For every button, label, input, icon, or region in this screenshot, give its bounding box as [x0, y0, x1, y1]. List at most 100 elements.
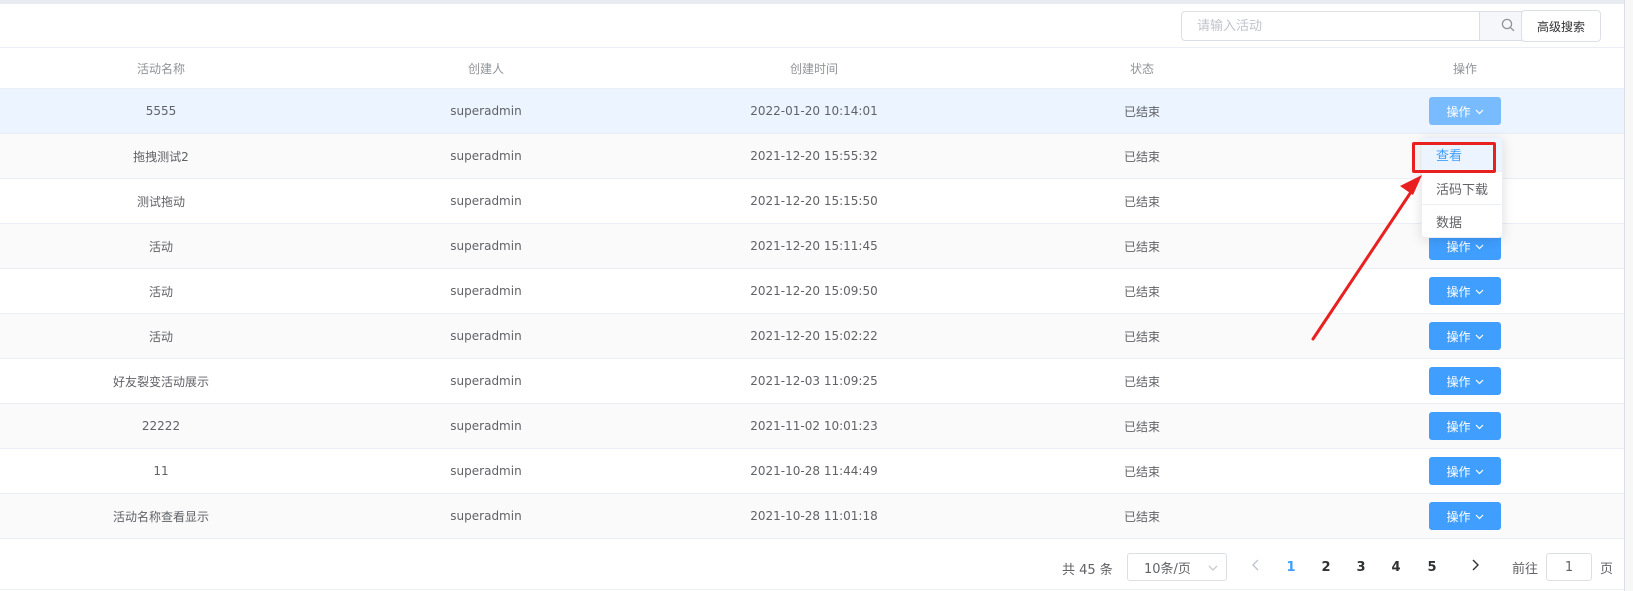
chevron-down-icon [1475, 104, 1484, 118]
chevron-down-icon [1475, 329, 1484, 343]
action-cell: 操作 [1306, 269, 1624, 313]
action-cell: 操作 [1306, 89, 1624, 133]
status-cell: 已结束 [1123, 239, 1160, 254]
chevron-down-icon [1475, 419, 1484, 433]
header-status: 状态 [1129, 61, 1154, 76]
page-2[interactable]: 2 [1311, 553, 1341, 581]
creator-cell: superadmin [450, 239, 522, 253]
activity-name-cell: 测试拖动 [136, 194, 185, 209]
action-cell: 操作 [1306, 404, 1624, 448]
search-icon [1501, 18, 1515, 35]
top-strip [0, 0, 1633, 4]
dropdown-item-qrcode-download[interactable]: 活码下载 [1422, 171, 1502, 204]
activity-name-cell: 5555 [145, 104, 177, 118]
action-cell: 操作 [1306, 494, 1624, 538]
action-button-label: 操作 [1446, 374, 1471, 389]
goto-suffix: 页 [1600, 561, 1614, 577]
created-time-cell: 2021-12-20 15:11:45 [750, 239, 878, 253]
action-dropdown-button[interactable]: 操作 [1429, 412, 1501, 440]
activity-name-cell: 好友裂变活动展示 [112, 374, 209, 389]
activity-name-cell: 活动 [148, 329, 173, 344]
chevron-down-icon [1475, 284, 1484, 298]
table-header: 活动名称 创建人 创建时间 状态 操作 [0, 47, 1625, 89]
action-dropdown-button[interactable]: 操作 [1429, 322, 1501, 350]
creator-cell: superadmin [450, 464, 522, 478]
activity-table: 活动名称 创建人 创建时间 状态 操作 5555 superadmin 2022-0… [0, 47, 1625, 539]
status-cell: 已结束 [1123, 509, 1160, 524]
action-button-label: 操作 [1446, 329, 1471, 344]
chevron-left-icon [1252, 559, 1260, 575]
table-row[interactable]: 活动 superadmin 2021-12-20 15:09:50 已结束 操作 [0, 269, 1625, 314]
created-time-cell: 2021-12-20 15:55:32 [750, 149, 878, 163]
action-dropdown-button[interactable]: 操作 [1429, 457, 1501, 485]
created-time-cell: 2021-12-03 11:09:25 [750, 374, 878, 388]
activity-name-cell: 活动名称查看显示 [112, 509, 209, 524]
action-button-label: 操作 [1446, 284, 1471, 299]
chevron-down-icon [1475, 374, 1484, 388]
search-box [1181, 11, 1537, 41]
status-cell: 已结束 [1123, 104, 1160, 119]
table-row[interactable]: 11 superadmin 2021-10-28 11:44:49 已结束 操作 [0, 449, 1625, 494]
created-time-cell: 2021-12-20 15:09:50 [750, 284, 878, 298]
action-cell: 操作 [1306, 314, 1624, 358]
header-actions: 操作 [1452, 61, 1477, 76]
activity-name-cell: 22222 [141, 419, 181, 433]
dropdown-item-data[interactable]: 数据 [1422, 204, 1502, 237]
page-4[interactable]: 4 [1381, 553, 1411, 581]
action-dropdown-button[interactable]: 操作 [1429, 277, 1501, 305]
scrollbar-track[interactable] [1624, 0, 1633, 591]
pagination-total: 共 45 条 [1062, 562, 1113, 578]
page-1[interactable]: 1 [1276, 553, 1306, 581]
created-time-cell: 2021-11-02 10:01:23 [750, 419, 878, 433]
page-size-value: 10条/页 [1144, 561, 1191, 577]
creator-cell: superadmin [450, 419, 522, 433]
chevron-down-icon [1475, 464, 1484, 478]
status-cell: 已结束 [1123, 284, 1160, 299]
status-cell: 已结束 [1123, 329, 1160, 344]
status-cell: 已结束 [1123, 419, 1160, 434]
table-row[interactable]: 活动 superadmin 2021-12-20 15:02:22 已结束 操作 [0, 314, 1625, 359]
page-3[interactable]: 3 [1346, 553, 1376, 581]
table-row[interactable]: 5555 superadmin 2022-01-20 10:14:01 已结束 操作 [0, 89, 1625, 134]
goto-page: 前往 页 [1512, 553, 1613, 581]
goto-label: 前往 [1512, 561, 1539, 577]
created-time-cell: 2021-10-28 11:44:49 [750, 464, 878, 478]
action-button-label: 操作 [1446, 509, 1471, 524]
table-row[interactable]: 好友裂变活动展示 superadmin 2021-12-03 11:09:25 已结束… [0, 359, 1625, 404]
table-row[interactable]: 活动名称查看显示 superadmin 2021-10-28 11:01:18 已结束… [0, 494, 1625, 539]
creator-cell: superadmin [450, 509, 522, 523]
page-5[interactable]: 5 [1417, 553, 1447, 581]
table-row[interactable]: 22222 superadmin 2021-11-02 10:01:23 已结束 操作 [0, 404, 1625, 449]
action-dropdown-button[interactable]: 操作 [1429, 97, 1501, 125]
annotation-highlight-box [1412, 142, 1496, 173]
activity-name-cell: 11 [153, 464, 169, 478]
chevron-down-icon [1475, 509, 1484, 523]
created-time-cell: 2021-10-28 11:01:18 [750, 509, 878, 523]
action-button-label: 操作 [1446, 239, 1471, 254]
table-row[interactable]: 测试拖动superadmin2021-12-20 15:15:50已结束操作 [0, 179, 1625, 224]
goto-page-input[interactable] [1546, 553, 1593, 581]
action-button-label: 操作 [1446, 464, 1471, 479]
search-input[interactable] [1182, 12, 1479, 40]
table-row[interactable]: 拖拽测试2superadmin2021-12-20 15:55:32已结束操作 [0, 134, 1625, 179]
status-cell: 已结束 [1123, 194, 1160, 209]
advanced-search-button[interactable]: 高级搜索 [1521, 10, 1601, 42]
chevron-down-icon [1208, 560, 1218, 575]
header-created-time: 创建时间 [789, 61, 838, 76]
status-cell: 已结束 [1123, 464, 1160, 479]
action-dropdown-button[interactable]: 操作 [1429, 367, 1501, 395]
created-time-cell: 2021-12-20 15:02:22 [750, 329, 878, 343]
activity-name-cell: 活动 [148, 284, 173, 299]
bottom-divider [0, 589, 1625, 590]
status-cell: 已结束 [1123, 149, 1160, 164]
table-row[interactable]: 活动 superadmin 2021-12-20 15:11:45 已结束 操作 [0, 224, 1625, 269]
page-size-select[interactable]: 10条/页 [1127, 553, 1227, 581]
action-dropdown-button[interactable]: 操作 [1429, 502, 1501, 530]
next-page-button[interactable] [1460, 553, 1490, 581]
chevron-right-icon [1471, 559, 1479, 575]
creator-cell: superadmin [450, 284, 522, 298]
action-cell: 操作 [1306, 359, 1624, 403]
action-cell: 操作 [1306, 449, 1624, 493]
prev-page-button[interactable] [1241, 553, 1271, 581]
header-activity-name: 活动名称 [136, 61, 185, 76]
